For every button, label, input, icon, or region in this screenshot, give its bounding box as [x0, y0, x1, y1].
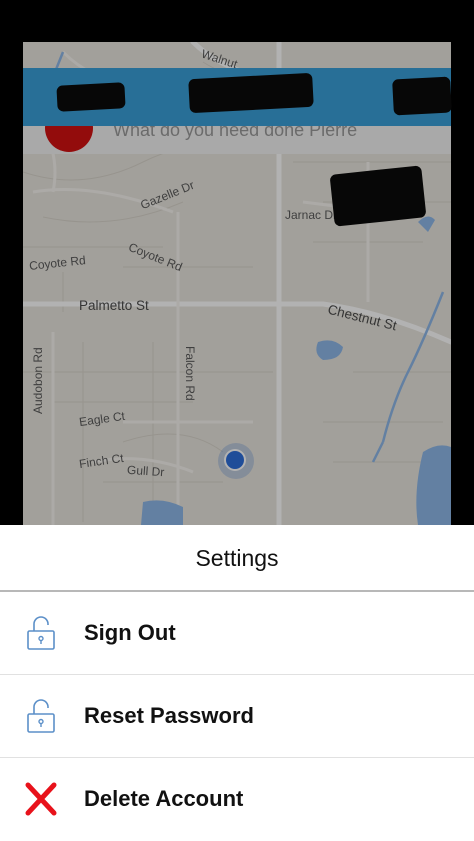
street-label-gull: Gull Dr: [126, 462, 165, 480]
sign-out-button[interactable]: Sign Out: [0, 592, 474, 674]
unlocked-padlock-icon: [27, 616, 55, 650]
phone-screen: Walnut Gazelle Dr Coyote Rd Coyote Rd Ja…: [0, 0, 474, 841]
delete-account-button[interactable]: Delete Account: [0, 758, 474, 840]
app-top-bar: [23, 68, 452, 126]
user-avatar[interactable]: [45, 126, 93, 152]
red-x-icon: [25, 782, 57, 816]
street-label-jarnac: Jarnac Dr: [285, 208, 338, 222]
current-location-dot[interactable]: [226, 451, 244, 469]
sign-out-label: Sign Out: [84, 620, 176, 645]
redacted-title: [188, 72, 314, 114]
unlocked-padlock-icon: [27, 699, 55, 733]
street-label-falcon: Falcon Rd: [183, 346, 197, 401]
settings-action-sheet: Settings Sign Out Reset Password Delete …: [0, 525, 474, 841]
reset-password-label: Reset Password: [84, 703, 254, 728]
reset-password-button[interactable]: Reset Password: [0, 675, 474, 757]
redacted-right: [392, 76, 452, 116]
redacted-map-note: [329, 165, 427, 227]
delete-account-label: Delete Account: [84, 786, 244, 811]
redacted-left: [56, 82, 126, 112]
search-prompt-text: What do you need done Pierre: [113, 126, 358, 140]
street-label-audubon: Audobon Rd: [31, 347, 45, 414]
street-label-palmetto: Palmetto St: [79, 298, 149, 313]
request-search-bar[interactable]: What do you need done Pierre: [23, 126, 451, 154]
settings-title: Settings: [195, 544, 279, 571]
